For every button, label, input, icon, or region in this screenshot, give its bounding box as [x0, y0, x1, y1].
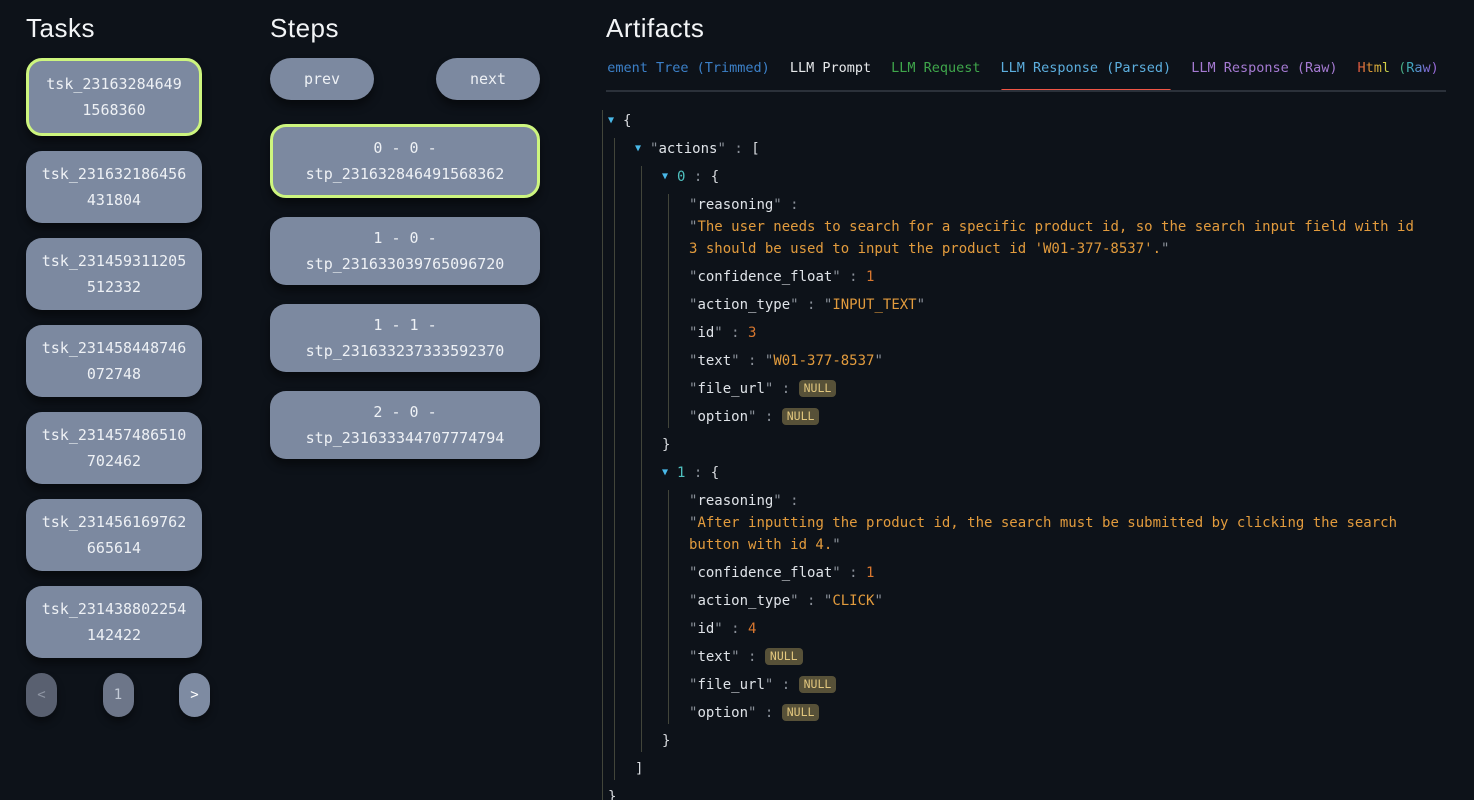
task-button[interactable]: tsk_231438802254142422 [26, 586, 202, 658]
json-entry-row: "file_url" : NULL [689, 674, 1446, 696]
null-badge: NULL [782, 408, 820, 425]
json-string-block: "After inputting the product id, the sea… [689, 512, 1419, 556]
json-key: id [697, 325, 714, 341]
task-button[interactable]: tsk_231457486510702462 [26, 412, 202, 484]
steps-next-button[interactable]: next [436, 58, 540, 100]
json-key: text [697, 353, 731, 369]
json-children: ▼"actions" : [ ▼0 : { "reasoning" : "The u… [614, 138, 1446, 780]
json-number-value: 3 [748, 325, 756, 341]
collapse-triangle-icon[interactable]: ▼ [662, 166, 677, 188]
json-key: file_url [697, 381, 764, 397]
json-key: action_type [697, 593, 790, 609]
json-entry-row: "action_type" : "INPUT_TEXT" [689, 294, 1446, 316]
pagination-page-button[interactable]: 1 [103, 673, 134, 717]
json-entry-row: "confidence_float" : 1 [689, 562, 1446, 584]
steps-nav: prev next [270, 58, 540, 100]
json-open-row: ▼{ [608, 110, 1446, 132]
json-string-value: The user needs to search for a specific … [689, 219, 1414, 257]
json-key: text [697, 649, 731, 665]
json-entry-row: "file_url" : NULL [689, 378, 1446, 400]
json-key: reasoning [697, 197, 773, 213]
json-string-value: CLICK [832, 593, 874, 609]
json-number-value: 1 [866, 565, 874, 581]
null-badge: NULL [799, 676, 837, 693]
json-entry-row: "text" : NULL [689, 646, 1446, 668]
json-key: id [697, 621, 714, 637]
null-badge: NULL [765, 648, 803, 665]
pagination-prev-button[interactable]: < [26, 673, 57, 717]
json-string-value: INPUT_TEXT [832, 297, 916, 313]
json-entry-row: "text" : "W01-377-8537" [689, 350, 1446, 372]
json-key: actions [658, 141, 717, 157]
task-button[interactable]: tsk_231632186456431804 [26, 151, 202, 223]
null-badge: NULL [782, 704, 820, 721]
step-button[interactable]: 1 - 0 - stp_231633039765096720 [270, 217, 540, 285]
steps-title: Steps [270, 12, 540, 44]
tasks-pagination: < 1 > [26, 673, 210, 717]
tab-element-tree-trimmed[interactable]: Element Tree (Trimmed) [606, 60, 770, 78]
json-key: reasoning [697, 493, 773, 509]
json-open-row: ▼1 : { [662, 462, 1446, 484]
json-entry-row: "option" : NULL [689, 406, 1446, 428]
json-tree-viewer: ▼{ ▼"actions" : [ ▼0 : { "reasoning" : "The… [602, 110, 1446, 800]
steps-prev-button[interactable]: prev [270, 58, 374, 100]
task-button[interactable]: tsk_231632846491568360 [26, 58, 202, 136]
steps-panel: Steps prev next 0 - 0 - stp_231632846491… [270, 0, 540, 478]
json-string-block: "The user needs to search for a specific… [689, 216, 1419, 260]
json-key: action_type [697, 297, 790, 313]
collapse-triangle-icon[interactable]: ▼ [608, 110, 623, 132]
tab-llm-prompt[interactable]: LLM Prompt [790, 60, 871, 78]
tasks-list: tsk_231632846491568360 tsk_23163218645643… [26, 58, 202, 658]
artifacts-panel: Artifacts Element Tree (Trimmed) LLM Prom… [606, 0, 1446, 800]
null-badge: NULL [799, 380, 837, 397]
json-entry-row: "option" : NULL [689, 702, 1446, 724]
tab-llm-request[interactable]: LLM Request [891, 60, 980, 78]
json-entry-row: "confidence_float" : 1 [689, 266, 1446, 288]
json-entry-row: "action_type" : "CLICK" [689, 590, 1446, 612]
artifacts-title: Artifacts [606, 12, 1446, 44]
json-close-row: } [608, 786, 1446, 800]
json-entry-row: "id" : 3 [689, 322, 1446, 344]
artifacts-tab-bar: Element Tree (Trimmed) LLM Prompt LLM Requ… [606, 60, 1446, 92]
task-button[interactable]: tsk_231458448746072748 [26, 325, 202, 397]
collapse-triangle-icon[interactable]: ▼ [662, 462, 677, 484]
json-entry-row: "reasoning" : [689, 194, 1446, 216]
json-entry-row: "reasoning" : [689, 490, 1446, 512]
pagination-next-button[interactable]: > [179, 673, 210, 717]
task-button[interactable]: tsk_231459311205512332 [26, 238, 202, 310]
json-children: "reasoning" : "The user needs to search … [668, 194, 1446, 428]
step-button[interactable]: 0 - 0 - stp_231632846491568362 [270, 124, 540, 198]
step-button[interactable]: 2 - 0 - stp_231633344707774794 [270, 391, 540, 459]
json-key: confidence_float [697, 269, 832, 285]
json-children: ▼0 : { "reasoning" : "The user needs to s… [641, 166, 1446, 752]
tab-llm-response-parsed[interactable]: LLM Response (Parsed) [1001, 60, 1172, 78]
json-key: confidence_float [697, 565, 832, 581]
collapse-triangle-icon[interactable]: ▼ [635, 138, 650, 160]
tasks-panel: Tasks tsk_231632846491568360 tsk_23163218… [26, 0, 202, 717]
json-children: "reasoning" : "After inputting the produ… [668, 490, 1446, 724]
tab-html-raw[interactable]: Html (Raw) [1358, 60, 1439, 78]
tasks-title: Tasks [26, 12, 202, 44]
json-close-row: ] [635, 758, 1446, 780]
json-key: option [697, 409, 748, 425]
steps-list: 0 - 0 - stp_231632846491568362 1 - 0 - st… [270, 124, 540, 459]
step-button[interactable]: 1 - 1 - stp_231633237333592370 [270, 304, 540, 372]
task-button[interactable]: tsk_231456169762665614 [26, 499, 202, 571]
json-number-value: 4 [748, 621, 756, 637]
json-open-row: ▼"actions" : [ [635, 138, 1446, 160]
json-key: file_url [697, 677, 764, 693]
json-number-value: 1 [866, 269, 874, 285]
tab-llm-response-raw[interactable]: LLM Response (Raw) [1191, 60, 1337, 78]
json-string-value: After inputting the product id, the sear… [689, 515, 1397, 553]
json-entry-row: "id" : 4 [689, 618, 1446, 640]
json-key: option [697, 705, 748, 721]
json-open-row: ▼0 : { [662, 166, 1446, 188]
json-close-row: } [662, 730, 1446, 752]
json-string-value: W01-377-8537 [773, 353, 874, 369]
json-close-row: } [662, 434, 1446, 456]
